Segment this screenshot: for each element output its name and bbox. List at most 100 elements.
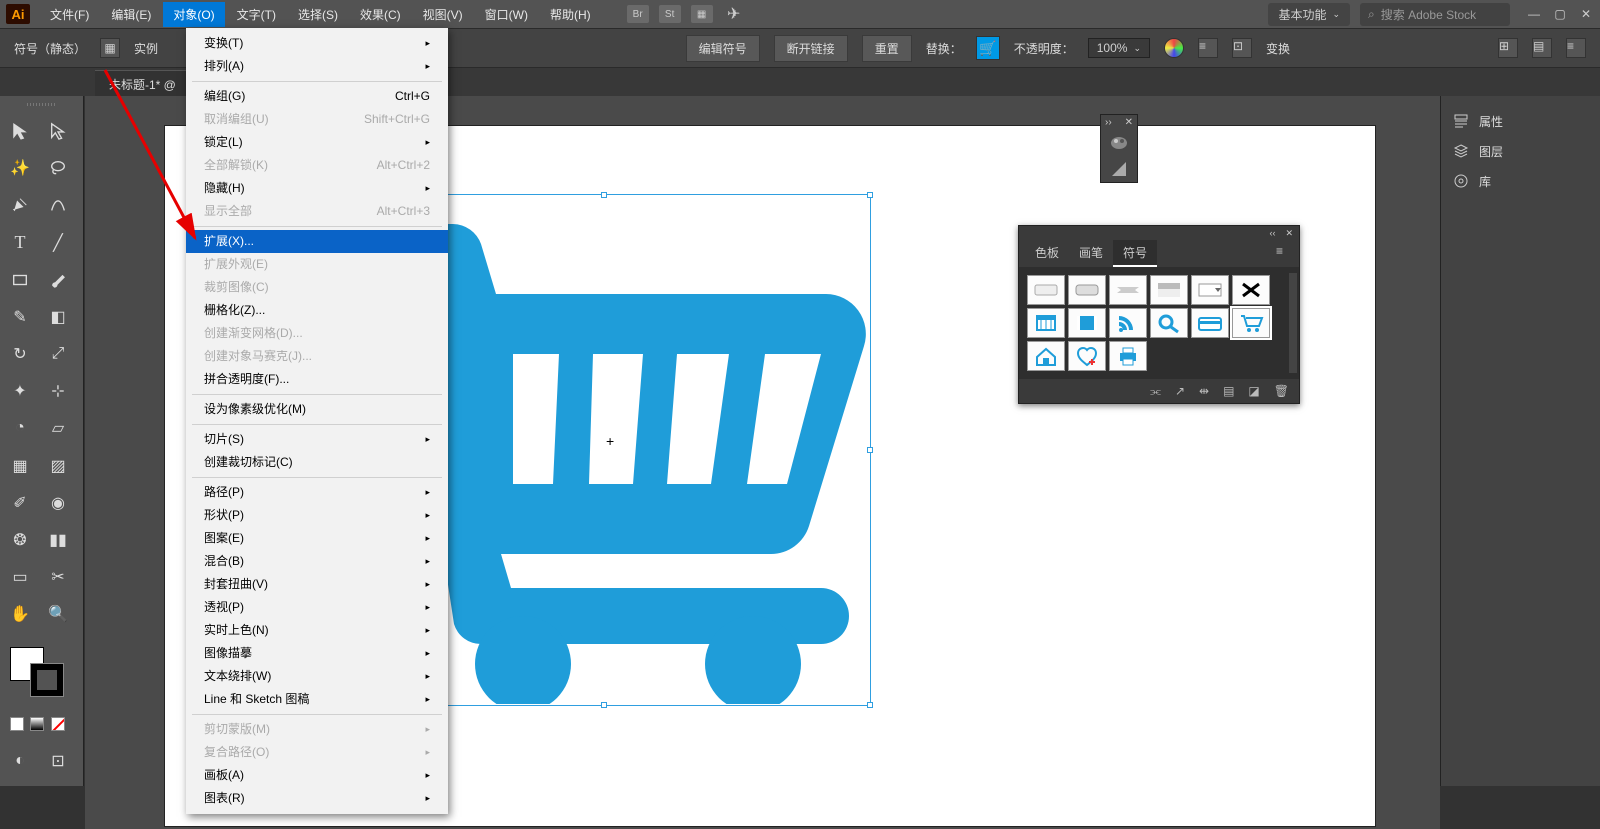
sel-handle-ne[interactable] <box>867 192 873 198</box>
menu-effect[interactable]: 效果(C) <box>350 2 411 27</box>
menu-item[interactable]: 设为像素级优化(M) <box>186 398 448 421</box>
type-tool[interactable]: T <box>2 229 38 257</box>
pen-tool[interactable] <box>2 191 38 219</box>
symbol-libraries-icon[interactable]: ⫘ <box>1150 384 1161 399</box>
magic-wand-tool[interactable]: ✨ <box>2 154 38 182</box>
menu-item[interactable]: 画板(A) <box>186 764 448 787</box>
sel-handle-s[interactable] <box>601 702 607 708</box>
symbol-search[interactable] <box>1150 308 1188 338</box>
collapse-icon[interactable]: ›› <box>1105 117 1112 128</box>
direct-select-tool[interactable] <box>40 117 76 145</box>
symbol-calendar[interactable] <box>1027 308 1065 338</box>
close-icon[interactable]: ✕ <box>1125 117 1133 128</box>
selection-tool[interactable] <box>2 117 38 145</box>
menu-item[interactable]: 拼合透明度(F)... <box>186 368 448 391</box>
symbol-heart[interactable] <box>1068 341 1106 371</box>
break-link-button[interactable]: 断开链接 <box>774 35 848 62</box>
draw-mode-normal[interactable]: ◐ <box>2 747 38 775</box>
menu-item[interactable]: 实时上色(N) <box>186 619 448 642</box>
menu-help[interactable]: 帮助(H) <box>540 2 601 27</box>
symbol-button[interactable] <box>1068 275 1106 305</box>
gpu-icon[interactable]: ✈ <box>723 5 745 23</box>
symbol-card[interactable] <box>1191 308 1229 338</box>
symbol-sprayer-tool[interactable]: ❂ <box>2 526 38 554</box>
slice-tool[interactable]: ✂ <box>40 563 76 591</box>
width-tool[interactable]: ✦ <box>2 377 38 405</box>
lasso-tool[interactable] <box>40 154 76 182</box>
sel-handle-e[interactable] <box>867 447 873 453</box>
panel-grip[interactable] <box>2 100 81 108</box>
document-tab[interactable]: 未标题-1* @ <box>95 70 190 96</box>
mini-color-panel[interactable]: ›› ✕ <box>1100 114 1138 183</box>
symbol-cart[interactable] <box>1232 308 1270 338</box>
panel-properties[interactable]: 属性 <box>1441 106 1600 136</box>
panel-icon[interactable]: ▤ <box>1532 38 1552 58</box>
symbol-ribbon[interactable] <box>1109 275 1147 305</box>
rotate-tool[interactable]: ↻ <box>2 340 38 368</box>
panel-grip[interactable] <box>1441 96 1600 106</box>
sel-handle-se[interactable] <box>867 702 873 708</box>
panel-layers[interactable]: 图层 <box>1441 136 1600 166</box>
isolate-icon[interactable]: ⊡ <box>1232 38 1252 58</box>
symbol-dropdown[interactable] <box>1191 275 1229 305</box>
color-mode-solid[interactable] <box>10 717 24 731</box>
hand-tool[interactable]: ✋ <box>2 600 38 628</box>
bridge-icon[interactable]: Br <box>627 5 649 23</box>
menu-item[interactable]: 隐藏(H) <box>186 177 448 200</box>
menu-item[interactable]: 混合(B) <box>186 550 448 573</box>
shape-builder-tool[interactable]: ◔ <box>2 414 38 442</box>
symbol-print[interactable] <box>1109 341 1147 371</box>
place-symbol-icon[interactable]: ↗ <box>1175 384 1185 398</box>
swap-symbol-dropdown[interactable]: 🛒 <box>976 36 1000 60</box>
symbol-bevel[interactable] <box>1027 275 1065 305</box>
symbol-options-icon[interactable]: ▤ <box>1223 384 1234 398</box>
panel-libraries[interactable]: 库 <box>1441 166 1600 196</box>
color-panel-icon[interactable] <box>1101 130 1137 156</box>
symbol-home[interactable] <box>1027 341 1065 371</box>
perspective-tool[interactable]: ▱ <box>40 414 76 442</box>
menu-item[interactable]: 路径(P) <box>186 481 448 504</box>
menu-item[interactable]: 切片(S) <box>186 428 448 451</box>
symbol-tab[interactable] <box>1150 275 1188 305</box>
color-mode-gradient[interactable] <box>30 717 44 731</box>
preferences-icon[interactable]: ⊞ <box>1498 38 1518 58</box>
screen-mode[interactable]: ⊡ <box>40 747 76 775</box>
new-symbol-icon[interactable]: ◪ <box>1248 384 1259 398</box>
align-icon[interactable]: ≡ <box>1198 38 1218 58</box>
menu-item[interactable]: 图表(R) <box>186 787 448 810</box>
minimize-button[interactable]: — <box>1526 7 1542 21</box>
menu-item[interactable]: 形状(P) <box>186 504 448 527</box>
zoom-tool[interactable]: 🔍 <box>40 600 76 628</box>
menu-window[interactable]: 窗口(W) <box>475 2 538 27</box>
scale-tool[interactable]: ⤢ <box>40 340 76 368</box>
symbol-film[interactable] <box>1068 308 1106 338</box>
delete-symbol-icon[interactable]: 🗑 <box>1274 384 1289 398</box>
tab-brushes[interactable]: 画笔 <box>1069 240 1113 267</box>
curvature-tool[interactable] <box>40 191 76 219</box>
blend-tool[interactable]: ◉ <box>40 489 76 517</box>
panel-menu-icon[interactable]: ≡ <box>1266 240 1293 267</box>
menu-item[interactable]: 透视(P) <box>186 596 448 619</box>
graph-tool[interactable]: ▮▮ <box>40 526 76 554</box>
menu-item[interactable]: 锁定(L) <box>186 131 448 154</box>
fill-stroke-swatch[interactable] <box>2 643 81 703</box>
eraser-tool[interactable]: ◧ <box>40 303 76 331</box>
maximize-button[interactable]: ▢ <box>1552 7 1568 21</box>
tab-swatches[interactable]: 色板 <box>1025 240 1069 267</box>
symbol-instance-icon[interactable]: ▦ <box>100 38 120 58</box>
brush-tool[interactable] <box>40 266 76 294</box>
menu-item[interactable]: 扩展(X)... <box>186 230 448 253</box>
menu-item[interactable]: 封套扭曲(V) <box>186 573 448 596</box>
menu-item[interactable]: 编组(G)Ctrl+G <box>186 85 448 108</box>
menu-type[interactable]: 文字(T) <box>227 2 286 27</box>
color-mode-none[interactable] <box>51 717 65 731</box>
menu-item[interactable]: Line 和 Sketch 图稿 <box>186 688 448 711</box>
shaper-tool[interactable]: ✎ <box>2 303 38 331</box>
reset-button[interactable]: 重置 <box>862 35 912 62</box>
collapse-icon[interactable]: ‹‹ <box>1269 228 1275 238</box>
rectangle-tool[interactable] <box>2 266 38 294</box>
gradient-tool[interactable]: ▨ <box>40 452 76 480</box>
search-stock-field[interactable]: ⌕ 搜索 Adobe Stock <box>1360 3 1510 26</box>
tab-symbols[interactable]: 符号 <box>1113 240 1157 267</box>
menu-object[interactable]: 对象(O) <box>163 2 224 27</box>
